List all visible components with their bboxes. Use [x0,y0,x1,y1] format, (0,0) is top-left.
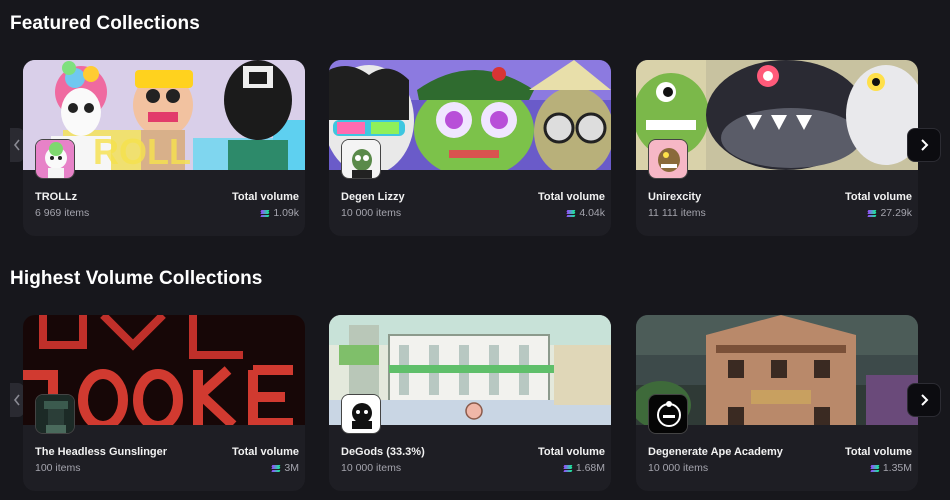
chevron-left-icon [13,394,20,406]
collection-avatar [35,394,75,434]
chevron-left-icon [13,139,20,151]
featured-prev-button[interactable] [10,128,24,162]
collection-name: TROLLz [35,191,78,203]
featured-next-button[interactable] [907,128,941,162]
solana-icon [272,464,281,472]
collection-item-count: 100 items [35,462,81,474]
collection-item-count: 11 111 items [648,207,706,219]
solana-icon [260,209,270,217]
collection-name: Degenerate Ape Academy [648,446,783,458]
total-volume-label: Total volume [231,446,299,458]
collection-item-count: 10 000 items [341,207,402,219]
highest-card-degenerate-ape-academy[interactable]: Degenerate Ape Academy 10 000 items Tota… [636,315,918,491]
total-volume-value: 27.29k [868,207,912,219]
collection-avatar [648,394,688,434]
collection-name: Unirexcity [648,191,702,203]
collection-item-count: 10 000 items [341,462,402,474]
collection-name: The Headless Gunslinger [35,446,168,458]
total-volume-value: 3M [272,462,299,474]
chevron-right-icon [921,394,929,406]
featured-card-unirexcity[interactable]: Unirexcity 11 111 items Total volume 27.… [636,60,918,236]
collection-avatar [341,394,381,434]
volume-amount: 1.09k [273,207,299,219]
collection-item-count: 10 000 items [648,462,709,474]
solana-icon [868,209,877,217]
collection-name: Degen Lizzy [341,191,405,203]
volume-amount: 27.29k [880,207,912,219]
total-volume-value: 4.04k [566,207,605,219]
highest-prev-button[interactable] [10,383,24,417]
collection-avatar [35,139,75,179]
collection-avatar [648,139,688,179]
total-volume-label: Total volume [537,191,605,203]
collection-name: DeGods (33.3%) [341,446,425,458]
solana-icon [563,464,573,472]
volume-amount: 3M [284,462,299,474]
volume-amount: 4.04k [579,207,605,219]
highest-card-degods[interactable]: DeGods (33.3%) 10 000 items Total volume… [329,315,611,491]
volume-amount: 1.68M [575,462,605,474]
svg-text:ROLL: ROLL [93,131,191,170]
featured-card-degen-lizzy[interactable]: Degen Lizzy 10 000 items Total volume 4.… [329,60,611,236]
featured-collections-title: Featured Collections [10,13,200,34]
chevron-right-icon [921,139,929,151]
collection-item-count: 6 969 items [35,207,90,219]
highest-next-button[interactable] [907,383,941,417]
total-volume-value: 1.09k [260,207,299,219]
featured-card-trollz[interactable]: ROLL TROLLz 6 969 items Total volume 1.0… [23,60,305,236]
total-volume-value: 1.35M [870,462,912,474]
solana-icon [870,464,880,472]
highest-volume-collections-title: Highest Volume Collections [10,268,263,289]
collection-avatar [341,139,381,179]
total-volume-label: Total volume [537,446,605,458]
total-volume-label: Total volume [844,191,912,203]
solana-icon [566,209,576,217]
total-volume-label: Total volume [231,191,299,203]
total-volume-value: 1.68M [563,462,605,474]
highest-card-headless-gunslinger[interactable]: The Headless Gunslinger 100 items Total … [23,315,305,491]
total-volume-label: Total volume [844,446,912,458]
volume-amount: 1.35M [882,462,912,474]
